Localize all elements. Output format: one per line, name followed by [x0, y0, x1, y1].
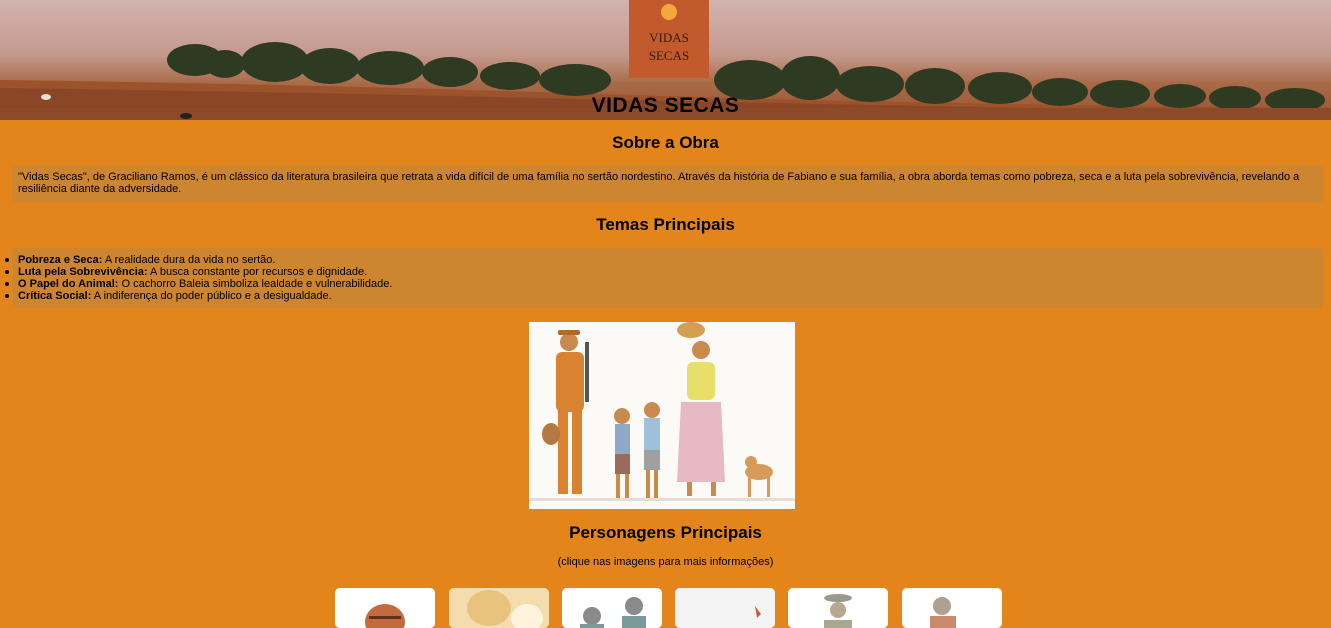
theme-text: A busca constante por recursos e dignida…	[147, 266, 368, 278]
list-item: Pobreza e Seca: A realidade dura da vida…	[5, 254, 1323, 266]
list-item: Crítica Social: A indiferença do poder p…	[5, 290, 1323, 302]
character-card-1[interactable]	[335, 588, 435, 628]
theme-text: O cachorro Baleia simboliza lealdade e v…	[118, 278, 393, 290]
about-heading: Sobre a Obra	[612, 133, 719, 152]
characters-heading: Personagens Principais	[569, 523, 762, 542]
character-card-4[interactable]	[675, 588, 775, 628]
character-card-3[interactable]	[562, 588, 662, 628]
themes-list: Pobreza e Seca: A realidade dura da vida…	[5, 254, 1323, 302]
character-card-5[interactable]	[788, 588, 888, 628]
theme-title: Crítica Social:	[18, 290, 92, 302]
theme-title: O Papel do Animal:	[18, 278, 119, 290]
logo-text-line2: SECAS	[649, 48, 689, 63]
about-panel: "Vidas Secas", de Graciliano Ramos, é um…	[12, 165, 1323, 203]
list-item: O Papel do Animal: O cachorro Baleia sim…	[5, 278, 1323, 290]
themes-heading: Temas Principais	[596, 215, 735, 234]
logo-text-line1: VIDAS	[649, 30, 689, 45]
list-item: Luta pela Sobrevivência: A busca constan…	[5, 266, 1323, 278]
character-card-6[interactable]	[902, 588, 1002, 628]
page-title: VIDAS SECAS	[591, 94, 740, 117]
theme-text: A indiferença do poder público e a desig…	[91, 290, 332, 302]
theme-title: Luta pela Sobrevivência:	[18, 266, 148, 278]
themes-panel: Pobreza e Seca: A realidade dura da vida…	[5, 248, 1323, 308]
family-illustration	[529, 322, 795, 509]
theme-title: Pobreza e Seca:	[18, 254, 103, 266]
book-cover-logo: VIDAS SECAS	[629, 0, 709, 78]
character-card-2[interactable]	[449, 588, 549, 628]
about-text: "Vidas Secas", de Graciliano Ramos, é um…	[18, 171, 1300, 195]
characters-hint: (clique nas imagens para mais informaçõe…	[557, 556, 774, 568]
theme-text: A realidade dura da vida no sertão.	[102, 254, 276, 266]
